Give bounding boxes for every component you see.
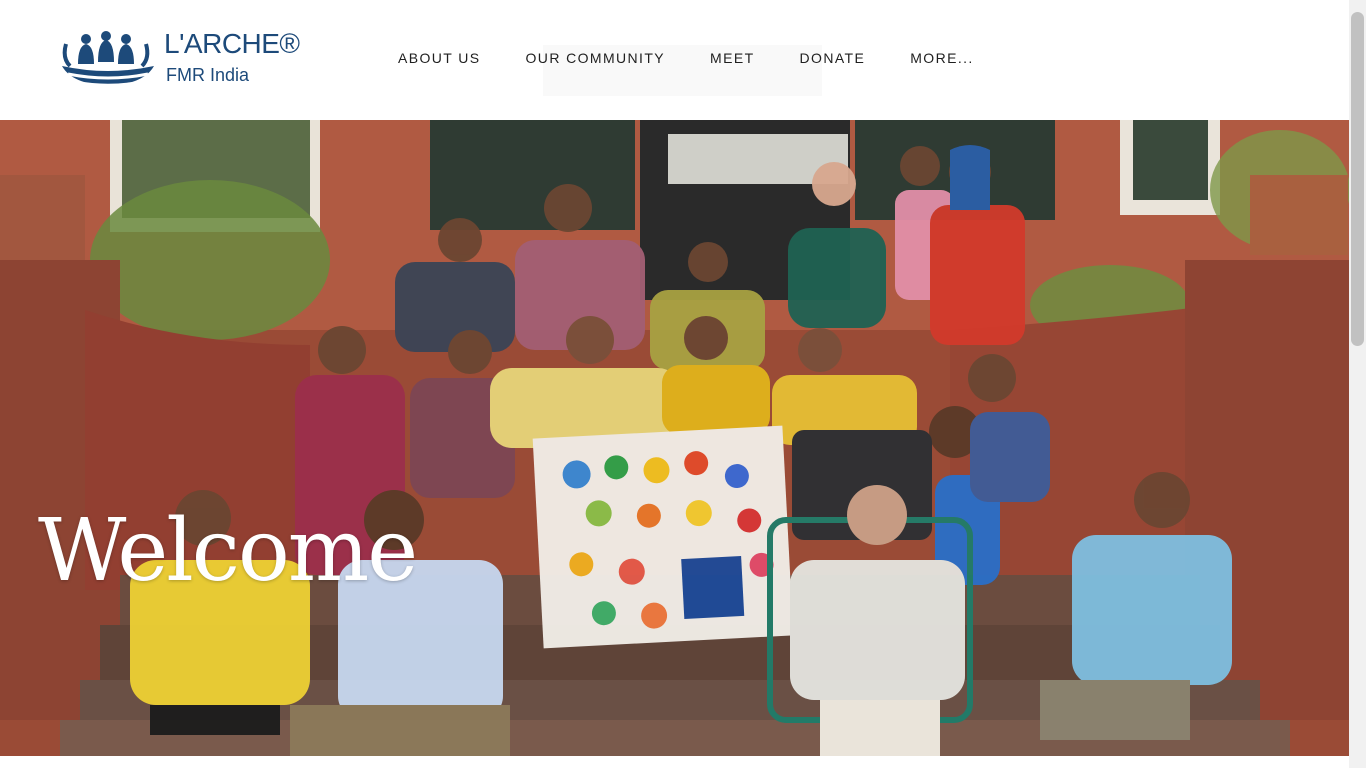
nav-our-community[interactable]: OUR COMMUNITY bbox=[526, 50, 666, 66]
logo-subtitle: FMR India bbox=[166, 65, 250, 85]
main-nav: ABOUT US OUR COMMUNITY MEET DONATE MORE.… bbox=[398, 50, 974, 66]
page-content-top bbox=[0, 756, 1349, 768]
hero-photo bbox=[0, 120, 1349, 756]
site-header: L'ARCHE® FMR India ABOUT US OUR COMMUNIT… bbox=[0, 0, 1349, 120]
hero-banner: Welcome bbox=[0, 120, 1349, 756]
scrollbar[interactable] bbox=[1349, 0, 1366, 768]
logo-brand-name: L'ARCHE® bbox=[164, 28, 300, 59]
nav-donate[interactable]: DONATE bbox=[800, 50, 866, 66]
larche-logo[interactable]: L'ARCHE® FMR India bbox=[60, 26, 310, 96]
nav-meet[interactable]: MEET bbox=[710, 50, 755, 66]
scrollbar-thumb[interactable] bbox=[1351, 12, 1364, 346]
nav-about-us[interactable]: ABOUT US bbox=[398, 50, 481, 66]
nav-more[interactable]: MORE... bbox=[910, 50, 973, 66]
boat-people-icon bbox=[62, 31, 154, 87]
hero-heading: Welcome bbox=[38, 501, 418, 601]
